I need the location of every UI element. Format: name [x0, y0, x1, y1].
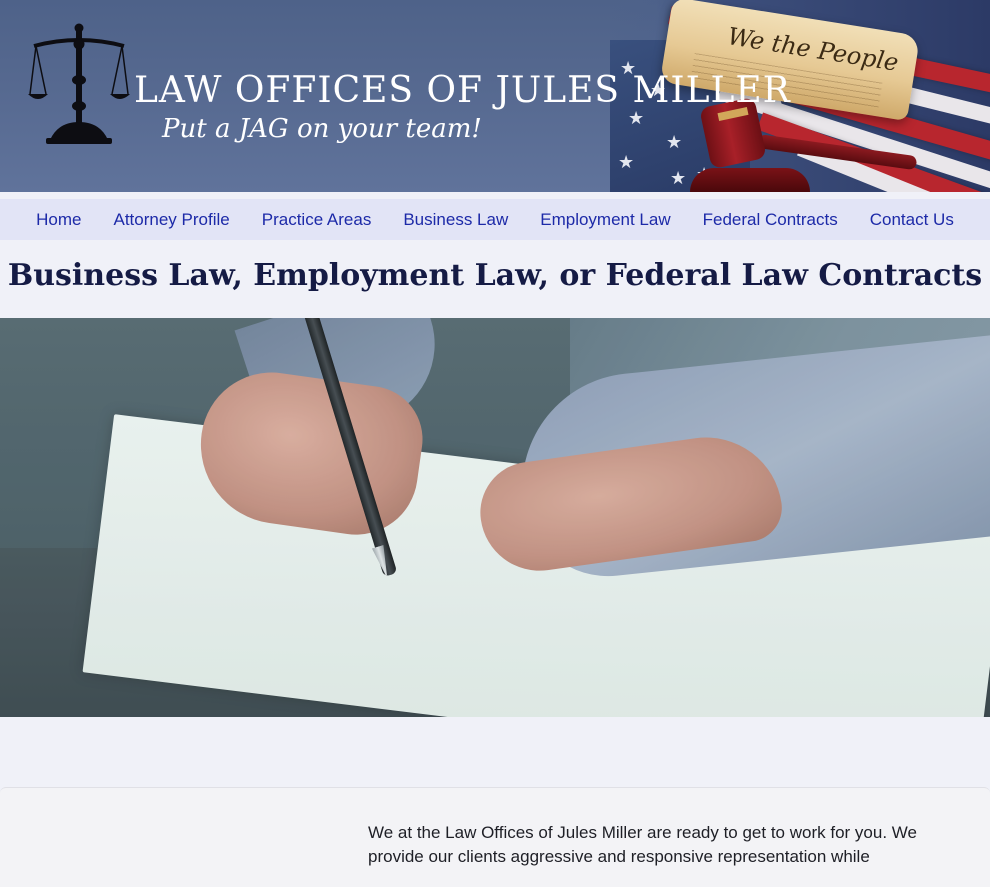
nav-item-practice-areas[interactable]: Practice Areas [246, 210, 388, 230]
intro-paragraph: We at the Law Offices of Jules Miller ar… [368, 823, 917, 866]
hero-image-signing-document [0, 318, 990, 717]
brand-title: LAW OFFICES OF JULES MILLER [134, 70, 791, 111]
brand-tagline: Put a JAG on your team! [162, 114, 482, 144]
page-title: Business Law, Employment Law, or Federal… [7, 258, 983, 293]
header-banner: ★ ★ ★ ★ ★ ★ ★ ★ We the People [0, 0, 990, 192]
nav-item-attorney-profile[interactable]: Attorney Profile [98, 210, 246, 230]
gavel-block [690, 168, 810, 192]
hero-tint [0, 318, 990, 717]
star-icon: ★ [618, 152, 635, 173]
nav-item-contact-us[interactable]: Contact Us [854, 210, 970, 230]
main-nav: Home Attorney Profile Practice Areas Bus… [0, 199, 990, 240]
nav-item-home[interactable]: Home [20, 210, 97, 230]
star-icon: ★ [670, 168, 687, 189]
nav-item-employment-law[interactable]: Employment Law [524, 210, 686, 230]
star-icon: ★ [666, 132, 683, 153]
nav-item-federal-contracts[interactable]: Federal Contracts [687, 210, 854, 230]
nav-item-business-law[interactable]: Business Law [387, 210, 524, 230]
star-icon: ★ [628, 108, 645, 129]
scales-of-justice-icon [28, 23, 130, 144]
